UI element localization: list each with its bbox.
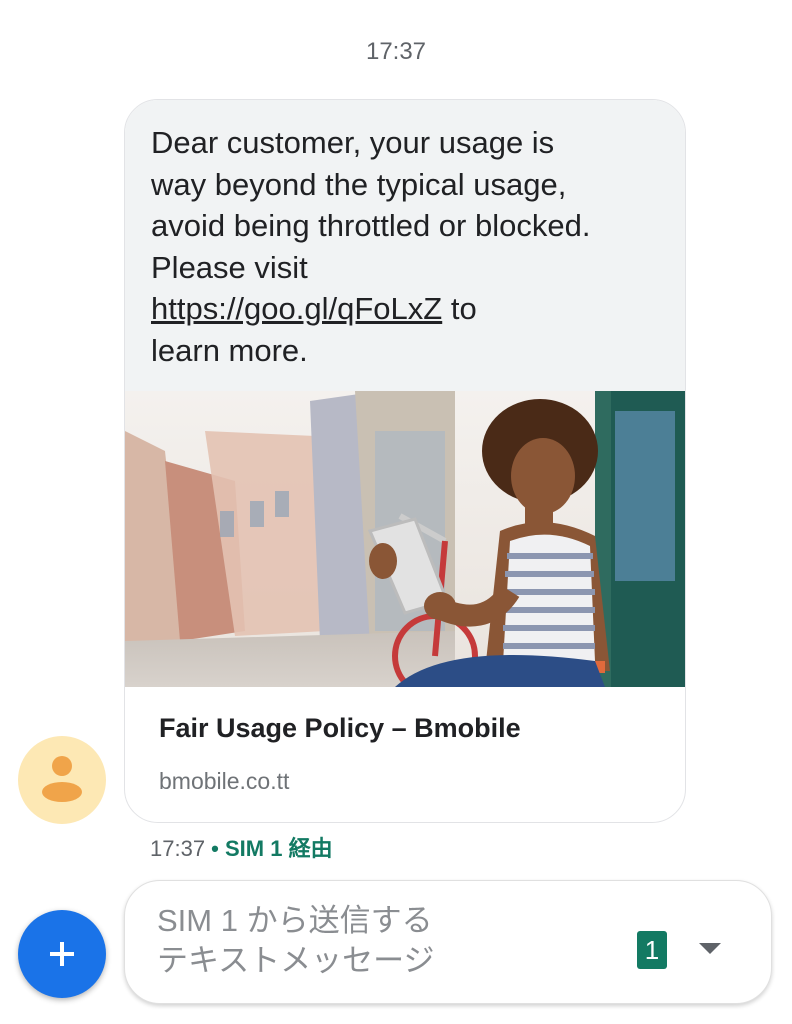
message-line: avoid being throttled or blocked. bbox=[151, 208, 591, 243]
message-link-line: https://goo.gl/qFoLxZ to bbox=[151, 288, 659, 330]
compose-placeholder: SIM 1 から送信する テキストメッセージ bbox=[157, 901, 434, 981]
person-icon bbox=[42, 756, 82, 802]
chevron-down-icon[interactable] bbox=[699, 943, 721, 954]
thread-timestamp: 17:37 bbox=[365, 38, 427, 65]
link-preview-info[interactable]: Fair Usage Policy – Bmobile bmobile.co.t… bbox=[125, 687, 685, 795]
message-sim-label: SIM 1 経由 bbox=[225, 836, 333, 861]
message-link-suffix: to bbox=[442, 291, 477, 326]
message-line: way beyond the typical usage, bbox=[151, 166, 567, 202]
link-preview-image[interactable] bbox=[125, 391, 685, 687]
message-text: Dear customer, your usage is way beyond … bbox=[125, 100, 685, 391]
preview-photo bbox=[125, 391, 685, 687]
message-line: learn more. bbox=[151, 332, 308, 368]
sender-avatar[interactable] bbox=[18, 736, 106, 824]
placeholder-line: SIM 1 から送信する bbox=[157, 903, 433, 938]
message-line: Please visit bbox=[151, 249, 308, 285]
message-line: Dear customer, your usage is bbox=[151, 125, 555, 160]
add-attachment-button[interactable] bbox=[18, 910, 106, 998]
message-bubble[interactable]: Dear customer, your usage is way beyond … bbox=[124, 99, 686, 823]
message-time: 17:37 bbox=[150, 836, 206, 861]
message-link[interactable]: https://goo.gl/qFoLxZ bbox=[151, 291, 442, 326]
link-preview-domain: bmobile.co.tt bbox=[159, 768, 290, 794]
placeholder-line: テキストメッセージ bbox=[157, 943, 435, 978]
sim-selector-badge[interactable]: 1 bbox=[637, 931, 667, 969]
plus-icon bbox=[50, 942, 74, 966]
message-meta: 17:37 • SIM 1 経由 bbox=[150, 831, 333, 863]
link-preview-title: Fair Usage Policy – Bmobile bbox=[159, 713, 521, 743]
compose-field[interactable]: SIM 1 から送信する テキストメッセージ 1 bbox=[124, 880, 772, 1004]
meta-separator: • bbox=[205, 836, 225, 861]
